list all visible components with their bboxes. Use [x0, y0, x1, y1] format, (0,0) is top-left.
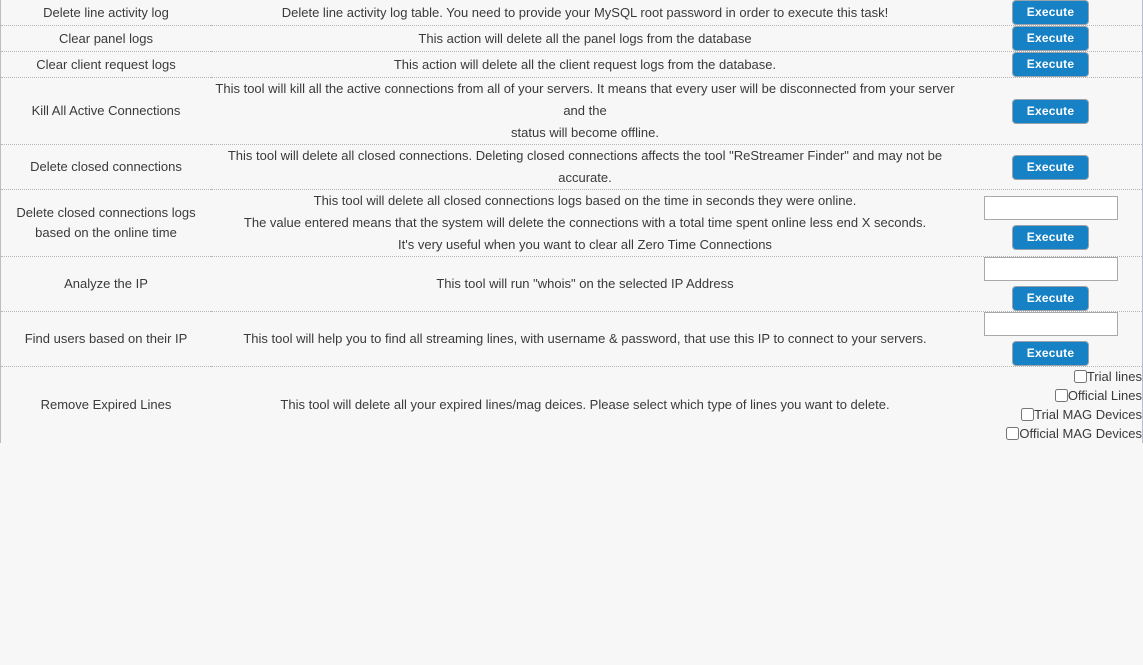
tool-description-line: This tool will delete all closed connect… — [227, 148, 943, 185]
tool-description: This action will delete all the client r… — [211, 51, 959, 78]
tool-description-line: This tool will run "whois" on the select… — [436, 276, 734, 291]
tool-description: This tool will delete all your expired l… — [211, 366, 959, 443]
tool-description: This action will delete all the panel lo… — [211, 25, 959, 52]
tool-description-line: Delete line activity log table. You need… — [281, 4, 889, 20]
tool-value-input[interactable] — [983, 257, 1118, 281]
execute-button[interactable]: Execute — [1011, 0, 1090, 25]
tool-description: Delete line activity log table. You need… — [211, 0, 959, 26]
table-row: Clear client request logs This action wil… — [0, 51, 1143, 78]
table-row: Delete line activity log Delete line acti… — [0, 0, 1143, 26]
checkbox-label: Official MAG Devices — [1019, 426, 1142, 441]
tool-title: Clear client request logs — [0, 51, 211, 78]
tool-title: Delete line activity log — [0, 0, 211, 26]
tool-action: Execute — [959, 77, 1143, 145]
execute-button[interactable]: Execute — [1011, 341, 1090, 366]
tool-action: Execute — [959, 256, 1143, 312]
tools-table-body: Delete line activity log Delete line acti… — [0, 0, 1143, 443]
checkbox-option[interactable]: Official MAG Devices — [959, 424, 1142, 443]
checkbox-option[interactable]: Trial lines — [959, 367, 1142, 386]
table-row: Remove Expired Lines This tool will delet… — [0, 366, 1143, 443]
execute-button[interactable]: Execute — [1011, 154, 1090, 180]
tool-description-line: This tool will delete all your expired l… — [280, 397, 890, 412]
table-row: Clear panel logs This action will delete … — [0, 25, 1143, 52]
tool-title: Remove Expired Lines — [0, 366, 211, 443]
tool-title: Clear panel logs — [0, 25, 211, 52]
tools-table: Delete line activity log Delete line acti… — [0, 0, 1143, 443]
tool-description: This tool will delete all closed connect… — [211, 144, 959, 190]
tool-title: Analyze the IP — [0, 256, 211, 312]
tool-value-input[interactable] — [983, 312, 1118, 336]
checkbox-input[interactable] — [1054, 389, 1068, 402]
tool-description: This tool will delete all closed connect… — [211, 189, 959, 257]
tool-action: Execute — [959, 25, 1143, 52]
tool-action: Execute — [959, 189, 1143, 257]
tool-title: Find users based on their IP — [0, 311, 211, 367]
checkbox-input[interactable] — [1021, 408, 1035, 421]
tool-action: Execute — [959, 51, 1143, 78]
tool-description-line: It's very useful when you want to clear … — [398, 237, 772, 252]
checkbox-input[interactable] — [1006, 427, 1020, 440]
checkbox-input[interactable] — [1073, 370, 1087, 383]
checkbox-label: Trial MAG Devices — [1034, 407, 1142, 422]
checkbox-label: Trial lines — [1086, 369, 1142, 384]
execute-button[interactable]: Execute — [1011, 225, 1090, 250]
tool-description-line: This tool will delete all closed connect… — [313, 193, 857, 208]
tool-title: Delete closed connections logs based on … — [0, 189, 211, 257]
execute-button[interactable]: Execute — [1011, 52, 1090, 77]
tool-description-line: This tool will help you to find all stre… — [243, 331, 927, 346]
tool-action: Execute — [959, 0, 1143, 26]
tool-description: This tool will run "whois" on the select… — [211, 256, 959, 312]
checkbox-option[interactable]: Official Lines — [959, 386, 1142, 405]
table-row: Delete closed connections This tool will … — [0, 144, 1143, 190]
table-row: Kill All Active Connections This tool wil… — [0, 77, 1143, 145]
tool-action: Trial lines Official Lines Trial MAG Devic… — [959, 366, 1143, 443]
execute-button[interactable]: Execute — [1011, 286, 1090, 311]
execute-button[interactable]: Execute — [1011, 98, 1090, 124]
tool-description-line: This tool will kill all the active conne… — [215, 81, 955, 118]
tool-title: Delete closed connections — [0, 144, 211, 190]
checkbox-option[interactable]: Trial MAG Devices — [959, 405, 1142, 424]
checkbox-label: Official Lines — [1067, 388, 1142, 403]
tool-description-line: This action will delete all the panel lo… — [418, 30, 752, 46]
tool-description: This tool will help you to find all stre… — [211, 311, 959, 367]
tool-description: This tool will kill all the active conne… — [211, 77, 959, 145]
tool-description-line: This action will delete all the client r… — [393, 56, 777, 72]
table-row: Find users based on their IP This tool wi… — [0, 311, 1143, 367]
table-row: Analyze the IP This tool will run "whois"… — [0, 256, 1143, 312]
execute-button[interactable]: Execute — [1011, 26, 1090, 51]
tool-value-input[interactable] — [983, 196, 1118, 220]
tool-action: Execute — [959, 311, 1143, 367]
tool-description-line: status will become offline. — [511, 125, 659, 140]
tool-title: Kill All Active Connections — [0, 77, 211, 145]
tool-description-line: The value entered means that the system … — [243, 215, 927, 230]
table-row: Delete closed connections logs based on … — [0, 189, 1143, 257]
tool-action: Execute — [959, 144, 1143, 190]
